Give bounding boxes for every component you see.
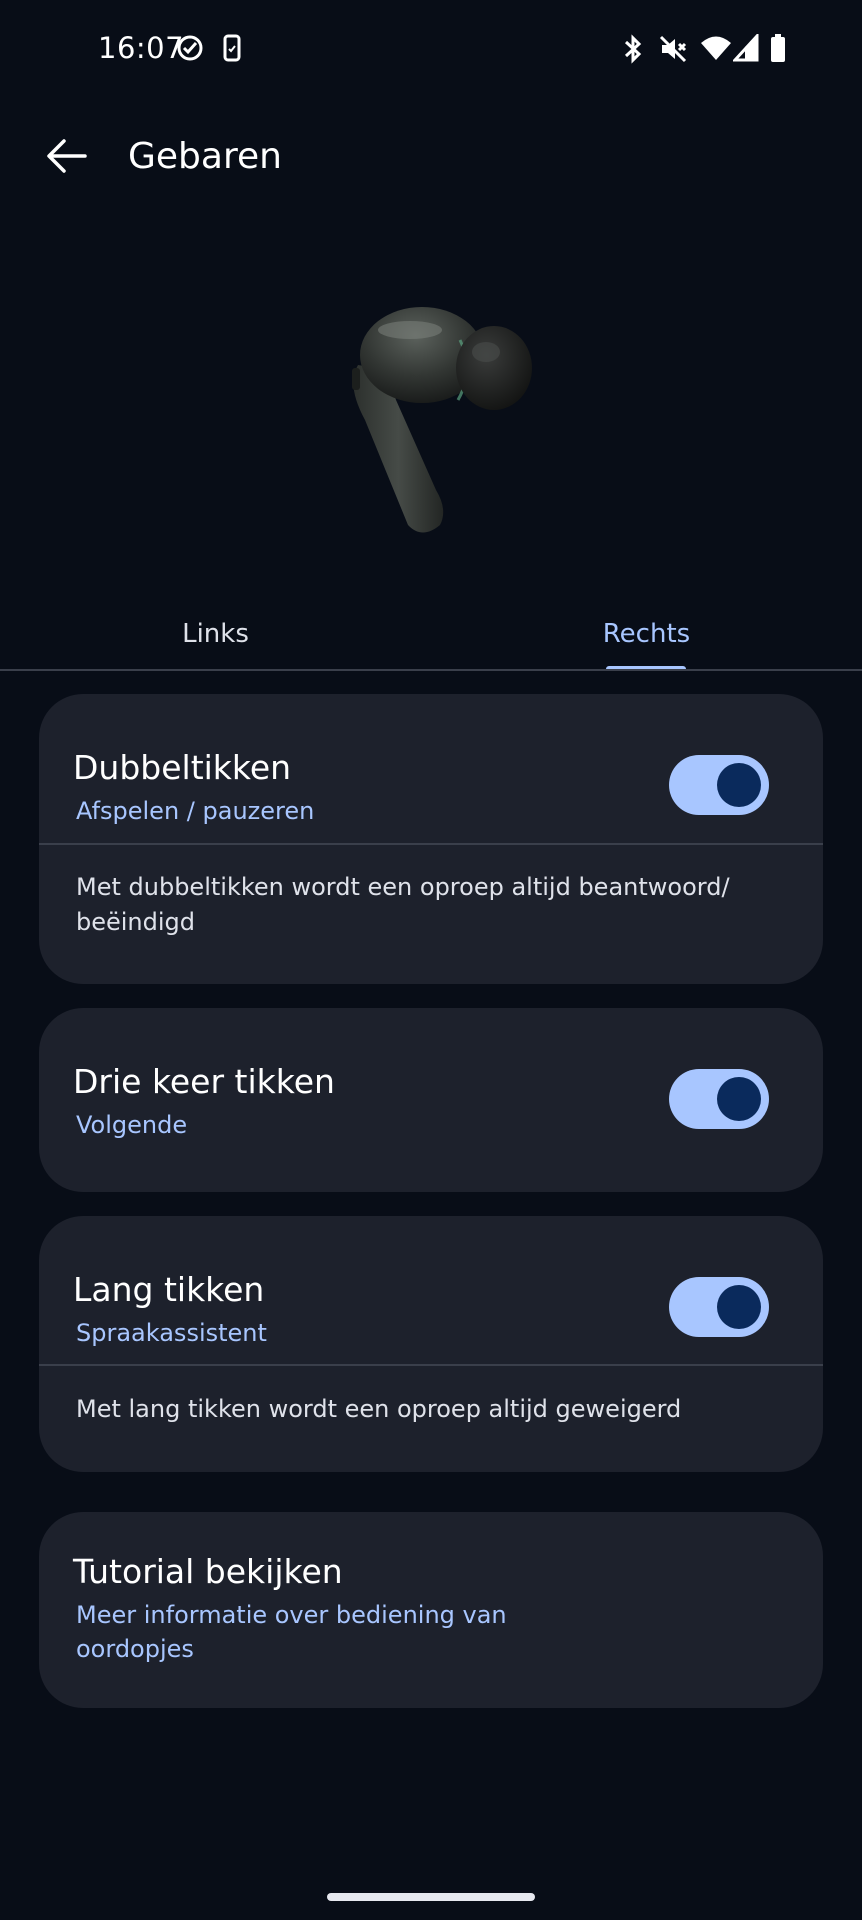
gesture-title: Dubbeltikken: [73, 748, 292, 787]
earbud-image: [340, 300, 540, 545]
gesture-note: Met dubbeltikken wordt een oproep altijd…: [76, 873, 730, 936]
gesture-nav-handle[interactable]: [327, 1893, 535, 1901]
tutorial-subtitle: Meer informatie over bediening van oordo…: [76, 1601, 507, 1663]
phone-icon: [222, 34, 242, 66]
gesture-card-long-tap: Lang tikken Spraakassistent Met lang tik…: [39, 1216, 823, 1472]
back-button[interactable]: [30, 118, 102, 198]
arrow-left-icon: [45, 138, 87, 178]
gesture-card-double-tap: Dubbeltikken Afspelen / pauzeren Met dub…: [39, 694, 823, 984]
bluetooth-icon: [622, 34, 644, 68]
check-circle-icon: [176, 34, 204, 66]
app-bar: Gebaren: [0, 118, 862, 198]
tab-rechts[interactable]: Rechts: [431, 598, 862, 670]
gesture-action: Volgende: [76, 1111, 188, 1139]
gesture-title: Lang tikken: [73, 1270, 265, 1309]
tutorial-title: Tutorial bekijken: [73, 1552, 343, 1591]
long-tap-row[interactable]: Lang tikken Spraakassistent: [39, 1216, 823, 1366]
gesture-note: Met lang tikken wordt een oproep altijd …: [76, 1395, 682, 1423]
page-title: Gebaren: [128, 136, 282, 177]
gesture-action: Spraakassistent: [76, 1319, 267, 1347]
card-divider: [39, 1364, 823, 1366]
triple-tap-toggle[interactable]: [669, 1069, 769, 1129]
wifi-icon: [700, 34, 732, 66]
toggle-knob: [717, 763, 761, 807]
battery-icon: [770, 34, 786, 66]
ear-tabs: Links Rechts: [0, 598, 862, 670]
tab-divider: [0, 669, 862, 671]
tutorial-card[interactable]: Tutorial bekijken Meer informatie over b…: [39, 1512, 823, 1708]
gesture-action: Afspelen / pauzeren: [76, 797, 315, 825]
gestures-screen: 16:07 Gebaren Links Rechts Dubbeltikken …: [0, 0, 862, 1920]
toggle-knob: [717, 1077, 761, 1121]
tab-links[interactable]: Links: [0, 598, 431, 670]
card-divider: [39, 843, 823, 845]
status-time: 16:07: [98, 31, 185, 65]
signal-icon: [731, 32, 759, 66]
double-tap-row[interactable]: Dubbeltikken Afspelen / pauzeren: [39, 694, 823, 844]
status-bar: 16:07: [0, 0, 862, 100]
toggle-knob: [717, 1285, 761, 1329]
double-tap-toggle[interactable]: [669, 755, 769, 815]
gesture-title: Drie keer tikken: [73, 1062, 335, 1101]
mute-icon: [658, 34, 688, 68]
long-tap-toggle[interactable]: [669, 1277, 769, 1337]
gesture-card-triple-tap[interactable]: Drie keer tikken Volgende: [39, 1008, 823, 1192]
